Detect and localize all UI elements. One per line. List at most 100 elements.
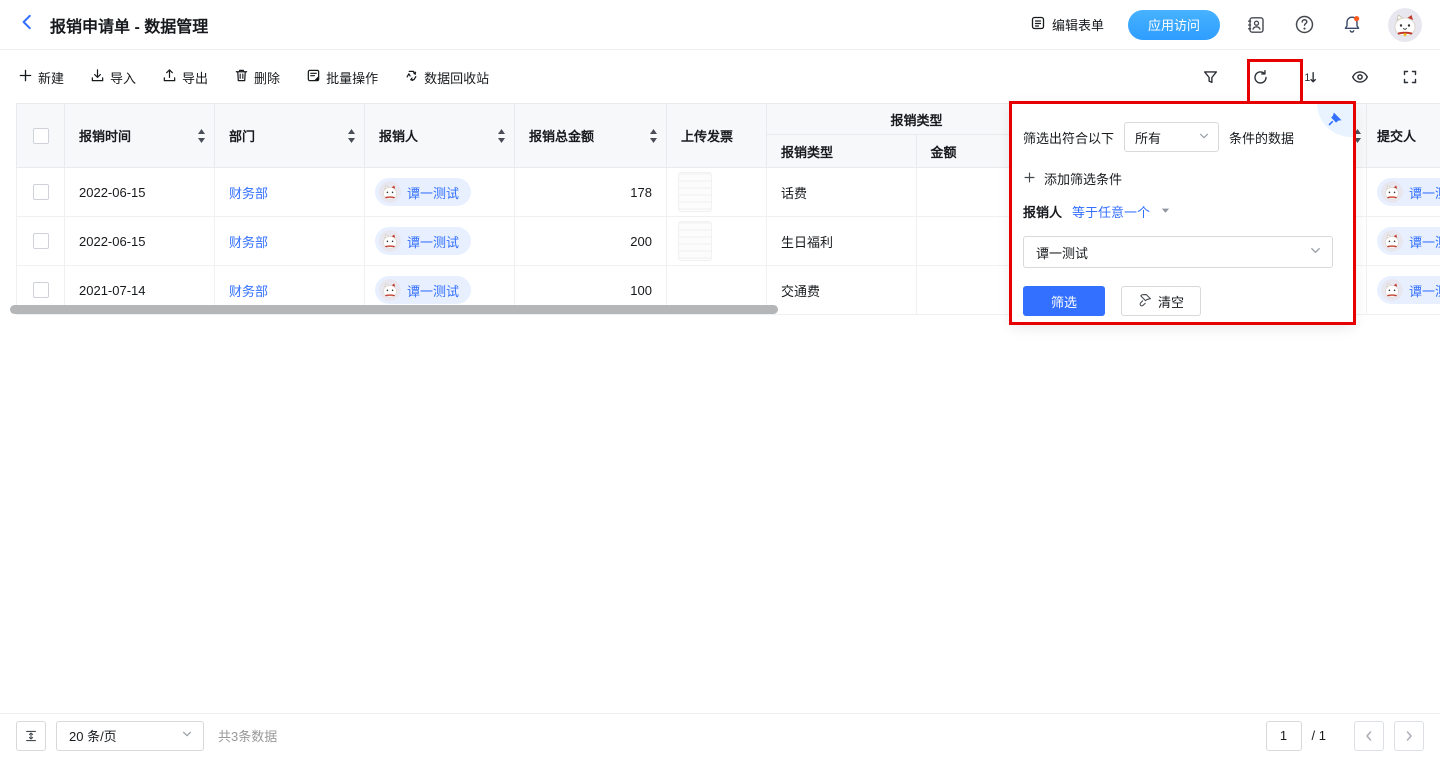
filter-icon[interactable]: [1198, 65, 1222, 89]
column-header-dept[interactable]: 部门: [215, 104, 365, 167]
cell-dept-link[interactable]: 财务部: [229, 281, 268, 300]
horizontal-scrollbar-thumb[interactable]: [10, 305, 778, 314]
cell-type: 生日福利: [767, 217, 917, 265]
cell-type: 话费: [767, 168, 917, 216]
condition-field-label: 报销人: [1023, 202, 1062, 221]
pagination-bar: 20 条/页 共3条数据 / 1: [0, 714, 1440, 757]
next-page-button[interactable]: [1394, 721, 1424, 751]
cat-avatar-icon: [379, 279, 401, 301]
help-icon[interactable]: [1292, 13, 1316, 37]
recycle-bin-button[interactable]: 数据回收站: [404, 68, 489, 87]
batch-actions-button[interactable]: 批量操作: [306, 68, 378, 87]
cat-avatar-icon: [1381, 181, 1403, 203]
app-access-button[interactable]: 应用访问: [1128, 10, 1220, 40]
clear-filter-button[interactable]: 清空: [1121, 286, 1201, 316]
prev-page-button[interactable]: [1354, 721, 1384, 751]
row-checkbox[interactable]: [33, 282, 49, 298]
refresh-icon[interactable]: [1248, 65, 1272, 89]
column-header-person[interactable]: 报销人: [365, 104, 515, 167]
brush-clear-icon: [1138, 293, 1152, 310]
total-pages-text: / 1: [1312, 728, 1326, 743]
address-book-icon[interactable]: [1244, 13, 1268, 37]
column-header-total[interactable]: 报销总金额: [515, 104, 667, 167]
cell-date: 2022-06-15: [65, 168, 215, 216]
plus-icon: [1023, 171, 1036, 187]
export-button[interactable]: 导出: [162, 68, 208, 87]
edit-form-label: 编辑表单: [1052, 15, 1104, 34]
cat-avatar-icon: [379, 181, 401, 203]
user-avatar[interactable]: [1388, 8, 1422, 42]
sort-toggle-icon[interactable]: [497, 129, 506, 143]
row-checkbox[interactable]: [33, 184, 49, 200]
trash-icon: [234, 68, 249, 86]
person-pill[interactable]: 谭一测试: [375, 178, 471, 206]
condition-value-select[interactable]: 谭一测试: [1023, 236, 1333, 268]
pin-popup-button[interactable]: [1317, 103, 1353, 137]
plus-icon: [18, 68, 33, 86]
fullscreen-icon[interactable]: [1398, 65, 1422, 89]
svg-text:1: 1: [1304, 72, 1310, 84]
create-button[interactable]: 新建: [18, 68, 64, 87]
cell-type: 交通费: [767, 266, 917, 314]
sort-toggle-icon[interactable]: [1353, 129, 1362, 143]
import-button[interactable]: 导入: [90, 68, 136, 87]
add-condition-button[interactable]: 添加筛选条件: [1023, 169, 1122, 188]
invoice-thumbnail[interactable]: [678, 172, 712, 212]
data-management-page: 报销申请单 - 数据管理 编辑表单 应用访问: [0, 0, 1440, 757]
cell-total: 178: [515, 168, 667, 216]
batch-edit-icon: [306, 68, 321, 86]
sort-icon[interactable]: 1: [1298, 65, 1322, 89]
import-icon: [90, 68, 105, 86]
apply-filter-button[interactable]: 筛选: [1023, 286, 1105, 316]
submitter-pill[interactable]: 谭一测试: [1377, 178, 1440, 206]
cell-date: 2022-06-15: [65, 217, 215, 265]
cat-avatar-icon: [1381, 279, 1403, 301]
chevron-down-icon: [1198, 130, 1210, 145]
caret-down-icon[interactable]: [1160, 204, 1171, 219]
cell-dept-link[interactable]: 财务部: [229, 232, 268, 251]
recycle-icon: [404, 68, 419, 86]
page-number-input[interactable]: [1266, 721, 1302, 751]
chevron-down-icon: [1309, 244, 1322, 260]
back-chevron-icon: [18, 13, 36, 36]
delete-button[interactable]: 删除: [234, 68, 280, 87]
cell-total: 200: [515, 217, 667, 265]
select-all-checkbox-cell: [17, 104, 65, 167]
sort-toggle-icon[interactable]: [197, 129, 206, 143]
sort-toggle-icon[interactable]: [649, 129, 658, 143]
filter-suffix-text: 条件的数据: [1229, 128, 1294, 147]
invoice-thumbnail[interactable]: [678, 221, 712, 261]
column-header-type[interactable]: 报销类型: [767, 135, 917, 167]
export-icon: [162, 68, 177, 86]
table-toolbar: 新建 导入 导出 删除 批量操作 数据回收站: [0, 51, 1440, 103]
notification-bell-icon[interactable]: [1340, 13, 1364, 37]
total-count-text: 共3条数据: [218, 726, 277, 745]
back-button[interactable]: [18, 13, 36, 36]
person-pill[interactable]: 谭一测试: [375, 276, 471, 304]
sort-toggle-icon[interactable]: [347, 129, 356, 143]
pushpin-icon: [1328, 111, 1343, 129]
top-bar: 报销申请单 - 数据管理 编辑表单 应用访问: [0, 0, 1440, 50]
match-mode-select[interactable]: 所有: [1124, 122, 1219, 152]
row-checkbox[interactable]: [33, 233, 49, 249]
condition-operator-dropdown[interactable]: 等于任意一个: [1072, 202, 1150, 221]
submitter-pill[interactable]: 谭一测试: [1377, 276, 1440, 304]
filter-prefix-text: 筛选出符合以下: [1023, 128, 1114, 147]
select-all-checkbox[interactable]: [33, 128, 49, 144]
cat-avatar-icon: [1381, 230, 1403, 252]
row-height-button[interactable]: [16, 721, 46, 751]
page-size-select[interactable]: 20 条/页: [56, 721, 204, 751]
page-title: 报销申请单 - 数据管理: [50, 13, 208, 37]
filter-popup: 筛选出符合以下 所有 条件的数据 添加筛选条件 报销人 等于任意一个 谭一测试 …: [1012, 103, 1353, 322]
edit-form-button[interactable]: 编辑表单: [1030, 15, 1104, 34]
cat-avatar-icon: [379, 230, 401, 252]
chevron-down-icon: [181, 728, 193, 743]
person-pill[interactable]: 谭一测试: [375, 227, 471, 255]
form-icon: [1030, 15, 1046, 34]
column-header-date[interactable]: 报销时间: [65, 104, 215, 167]
column-visibility-icon[interactable]: [1348, 65, 1372, 89]
cell-dept-link[interactable]: 财务部: [229, 183, 268, 202]
submitter-pill[interactable]: 谭一测试: [1377, 227, 1440, 255]
column-header-invoice[interactable]: 上传发票: [667, 104, 767, 167]
column-header-submitter[interactable]: 提交人: [1367, 104, 1440, 167]
